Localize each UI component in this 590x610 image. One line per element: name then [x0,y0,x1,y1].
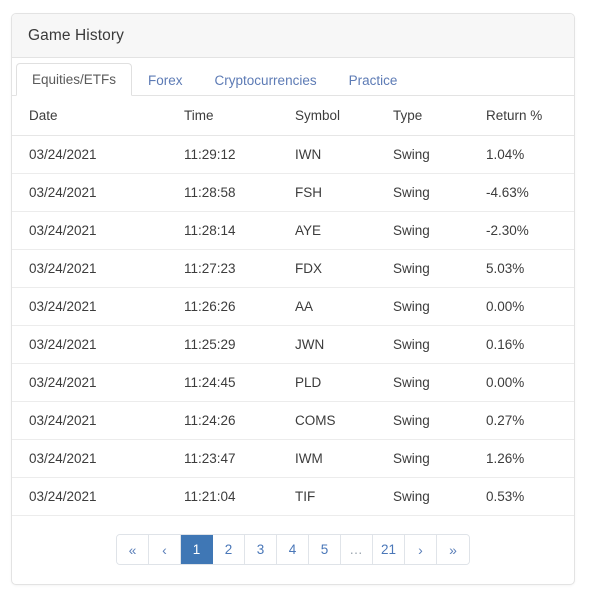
cell-symbol: IWM [295,439,393,478]
page-button-3[interactable]: 3 [244,535,277,564]
cell-type: Swing [393,439,486,478]
cell-return-percent: 1.04% [486,135,574,174]
cell-type: Swing [393,173,486,212]
cell-symbol: FDX [295,249,393,288]
card-body: Equities/ETFs Forex Cryptocurrencies Practi… [12,58,574,565]
cell-return-percent: 0.00% [486,287,574,326]
cell-return-percent: -4.63% [486,173,574,212]
cell-symbol: IWN [295,135,393,174]
page-title: Game History [28,26,124,44]
cell-type: Swing [393,135,486,174]
table-row[interactable]: 03/24/2021 11:25:29 JWN Swing 0.16% [12,325,574,364]
cell-type: Swing [393,477,486,516]
cell-date: 03/24/2021 [12,135,184,174]
tab-equities-etfs[interactable]: Equities/ETFs [16,62,133,96]
column-header-type: Type [393,96,486,136]
cell-date: 03/24/2021 [12,439,184,478]
cell-time: 11:23:47 [184,439,295,478]
table-row[interactable]: 03/24/2021 11:21:04 TIF Swing 0.53% [12,477,574,516]
cell-return-percent: 0.53% [486,477,574,516]
table-body: 03/24/2021 11:29:12 IWN Swing 1.04% 03/24/202… [12,135,574,516]
screen-root: Game History Equities/ETFs Forex Cryptocur… [0,0,590,610]
game-history-table: Date Time Symbol Type Return % 03/24/2021 11:… [12,96,574,516]
first-page-button[interactable]: « [116,535,149,564]
cell-type: Swing [393,325,486,364]
tab-practice[interactable]: Practice [333,64,414,97]
page-ellipsis: … [340,535,373,564]
table-row[interactable]: 03/24/2021 11:29:12 IWN Swing 1.04% [12,135,574,174]
table-row[interactable]: 03/24/2021 11:28:14 AYE Swing -2.30% [12,211,574,250]
table-row[interactable]: 03/24/2021 11:24:26 COMS Swing 0.27% [12,401,574,440]
table-row[interactable]: 03/24/2021 11:27:23 FDX Swing 5.03% [12,249,574,288]
cell-return-percent: 5.03% [486,249,574,288]
page-button-4[interactable]: 4 [276,535,309,564]
cell-time: 11:27:23 [184,249,295,288]
cell-time: 11:21:04 [184,477,295,516]
cell-symbol: AYE [295,211,393,250]
cell-time: 11:28:14 [184,211,295,250]
table-head: Date Time Symbol Type Return % [12,96,574,136]
tab-forex[interactable]: Forex [132,64,199,97]
cell-return-percent: 0.16% [486,325,574,364]
cell-time: 11:24:26 [184,401,295,440]
page-button-1[interactable]: 1 [180,535,213,564]
pagination: «‹ 1 2 3 4 5… 21 ›» [115,534,471,565]
cell-date: 03/24/2021 [12,249,184,288]
cell-return-percent: 0.00% [486,363,574,402]
cell-date: 03/24/2021 [12,477,184,516]
cell-symbol: AA [295,287,393,326]
game-history-card: Game History Equities/ETFs Forex Cryptocur… [11,13,575,585]
cell-time: 11:24:45 [184,363,295,402]
cell-time: 11:26:26 [184,287,295,326]
card-header: Game History [12,14,574,58]
cell-type: Swing [393,211,486,250]
cell-return-percent: -2.30% [486,211,574,250]
tab-bar: Equities/ETFs Forex Cryptocurrencies Practi… [12,58,574,96]
page-button-21[interactable]: 21 [372,535,406,564]
cell-return-percent: 0.27% [486,401,574,440]
cell-time: 11:29:12 [184,135,295,174]
cell-date: 03/24/2021 [12,173,184,212]
table-row[interactable]: 03/24/2021 11:24:45 PLD Swing 0.00% [12,363,574,402]
column-header-time: Time [184,96,295,136]
column-header-symbol: Symbol [295,96,393,136]
cell-symbol: PLD [295,363,393,402]
cell-type: Swing [393,287,486,326]
cell-type: Swing [393,249,486,288]
column-header-return-percent: Return % [486,96,574,136]
page-button-2[interactable]: 2 [212,535,245,564]
cell-symbol: TIF [295,477,393,516]
cell-type: Swing [393,401,486,440]
cell-return-percent: 1.26% [486,439,574,478]
cell-date: 03/24/2021 [12,325,184,364]
cell-symbol: FSH [295,173,393,212]
column-header-date: Date [12,96,184,136]
cell-time: 11:25:29 [184,325,295,364]
last-page-button[interactable]: » [437,535,470,564]
next-page-button[interactable]: › [405,535,438,564]
previous-page-button[interactable]: ‹ [148,535,181,564]
pagination-container: «‹ 1 2 3 4 5… 21 ›» [12,516,574,565]
cell-time: 11:28:58 [184,173,295,212]
table-header-row: Date Time Symbol Type Return % [12,96,574,136]
cell-date: 03/24/2021 [12,287,184,326]
page-button-5[interactable]: 5 [308,535,341,564]
table-row[interactable]: 03/24/2021 11:23:47 IWM Swing 1.26% [12,439,574,478]
cell-type: Swing [393,363,486,402]
cell-date: 03/24/2021 [12,401,184,440]
tab-cryptocurrencies[interactable]: Cryptocurrencies [199,64,333,97]
cell-symbol: COMS [295,401,393,440]
table-row[interactable]: 03/24/2021 11:28:58 FSH Swing -4.63% [12,173,574,212]
cell-date: 03/24/2021 [12,363,184,402]
cell-symbol: JWN [295,325,393,364]
table-row[interactable]: 03/24/2021 11:26:26 AA Swing 0.00% [12,287,574,326]
cell-date: 03/24/2021 [12,211,184,250]
